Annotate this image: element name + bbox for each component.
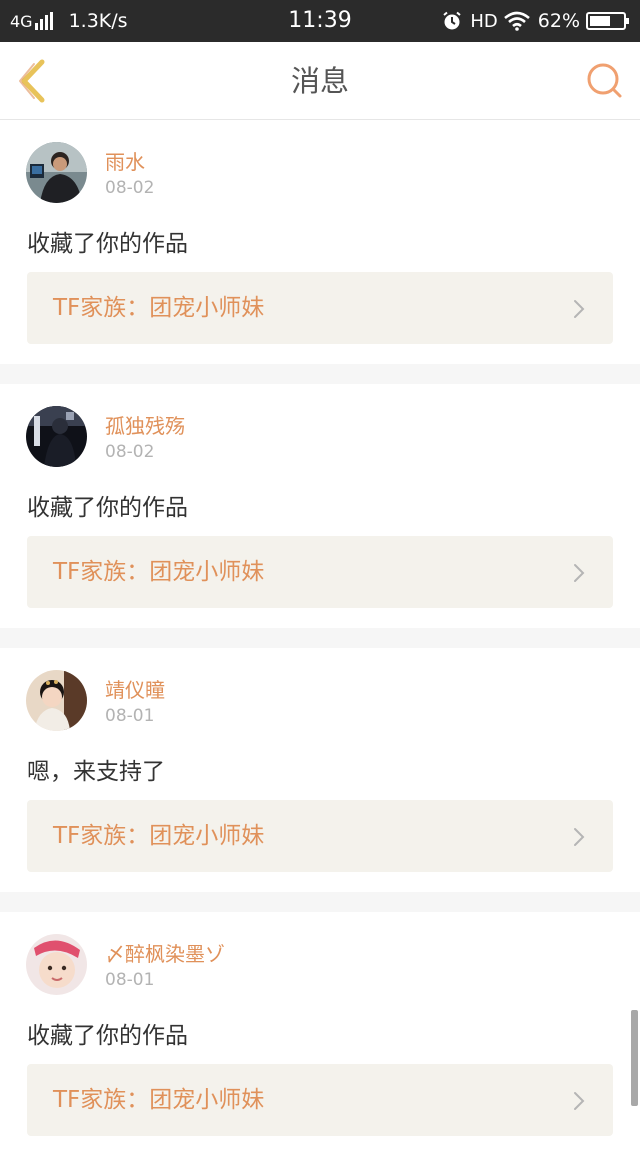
message-item[interactable]: 靖仪瞳 08-01 嗯，来支持了 TF家族：团宠小师妹	[0, 648, 640, 892]
message-date: 08-02	[105, 442, 155, 462]
status-right: HD 62%	[442, 0, 630, 42]
message-text: 收藏了你的作品	[27, 231, 188, 257]
work-title: TF家族：团宠小师妹	[53, 1087, 265, 1113]
message-date: 08-01	[105, 970, 155, 990]
scrollbar[interactable]	[631, 1010, 638, 1106]
avatar[interactable]	[26, 934, 87, 995]
chevron-right-icon	[574, 1092, 585, 1110]
navigation-bar: 消息	[0, 42, 640, 120]
work-link[interactable]: TF家族：团宠小师妹	[27, 536, 613, 608]
work-title: TF家族：团宠小师妹	[53, 559, 265, 585]
work-link[interactable]: TF家族：团宠小师妹	[27, 800, 613, 872]
message-text: 收藏了你的作品	[27, 1023, 188, 1049]
alarm-icon	[443, 11, 461, 30]
work-title: TF家族：团宠小师妹	[53, 823, 265, 849]
battery-percent: 62%	[537, 10, 580, 32]
hd-indicator: HD	[470, 10, 498, 32]
status-bar: 4G 1.3K/s 11:39 HD 62%	[0, 0, 640, 42]
message-item[interactable]: 〆醉枫染墨ゾ 08-01 收藏了你的作品 TF家族：团宠小师妹	[0, 912, 640, 1156]
battery-icon	[586, 12, 629, 30]
message-date: 08-02	[105, 178, 155, 198]
chevron-right-icon	[574, 828, 585, 846]
message-text: 收藏了你的作品	[27, 495, 188, 521]
work-link[interactable]: TF家族：团宠小师妹	[27, 1064, 613, 1136]
wifi-icon	[503, 11, 530, 31]
avatar[interactable]	[26, 142, 87, 203]
username[interactable]: 雨水	[105, 146, 145, 175]
username[interactable]: 孤独残殇	[105, 410, 185, 439]
message-text: 嗯，来支持了	[27, 759, 165, 785]
message-item[interactable]: 雨水 08-02 收藏了你的作品 TF家族：团宠小师妹	[0, 120, 640, 364]
search-icon[interactable]	[586, 62, 624, 100]
username[interactable]: 靖仪瞳	[105, 674, 165, 703]
page-title: 消息	[290, 64, 349, 98]
work-link[interactable]: TF家族：团宠小师妹	[27, 272, 613, 344]
avatar[interactable]	[26, 670, 87, 731]
message-date: 08-01	[105, 706, 155, 726]
username[interactable]: 〆醉枫染墨ゾ	[105, 938, 225, 967]
chevron-right-icon	[574, 564, 585, 582]
avatar[interactable]	[26, 406, 87, 467]
chevron-right-icon	[574, 300, 585, 318]
work-title: TF家族：团宠小师妹	[53, 295, 265, 321]
message-item[interactable]: 孤独残殇 08-02 收藏了你的作品 TF家族：团宠小师妹	[0, 384, 640, 628]
